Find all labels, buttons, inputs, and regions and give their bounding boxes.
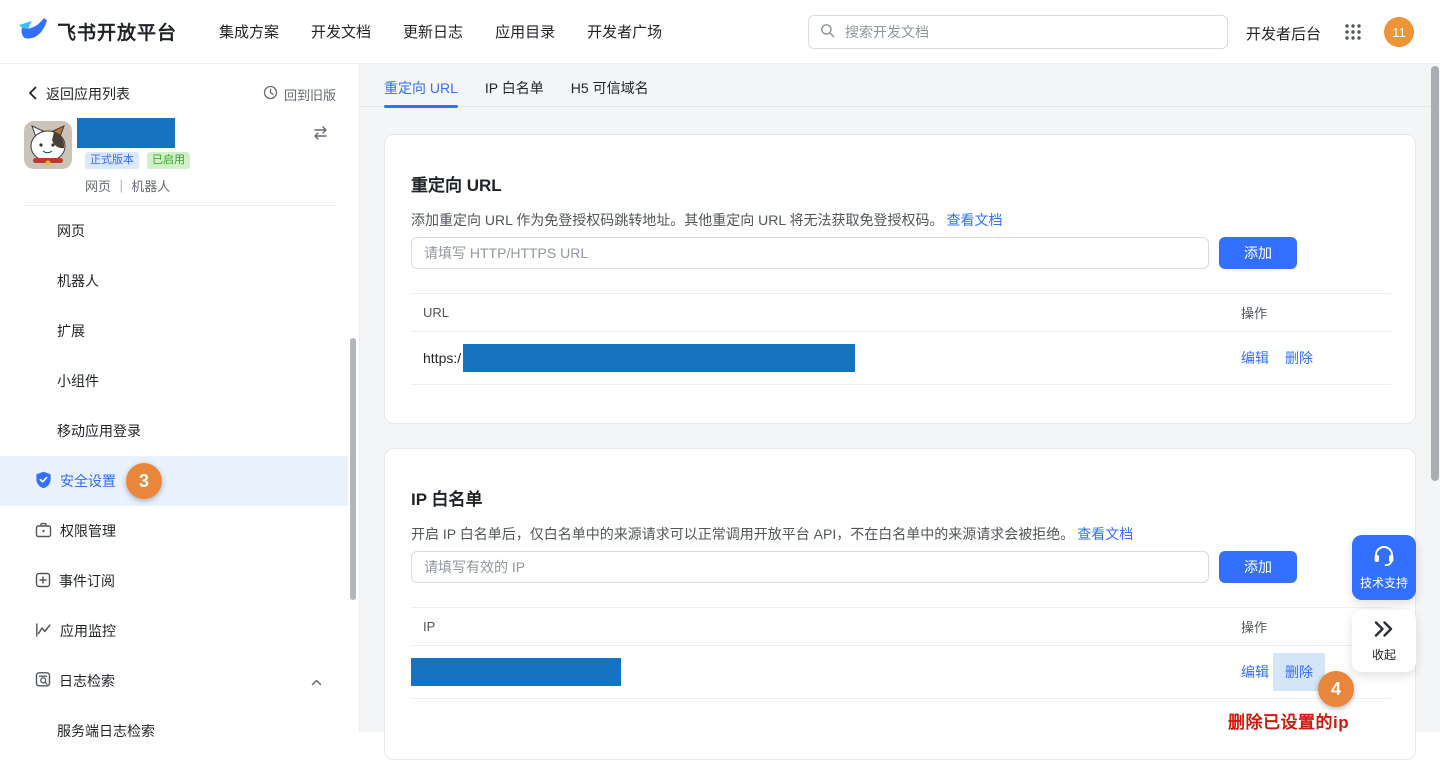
nav-item-changelog[interactable]: 更新日志 bbox=[403, 21, 463, 42]
sidebar-item-log-search[interactable]: 日志检索 bbox=[0, 656, 348, 706]
search-input[interactable] bbox=[843, 23, 1216, 41]
app-icon bbox=[24, 121, 72, 169]
app-name-redaction bbox=[77, 118, 175, 148]
back-to-legacy[interactable]: 回到旧版 bbox=[263, 85, 336, 104]
avatar[interactable]: 11 bbox=[1384, 17, 1414, 47]
sidebar-item-bot[interactable]: 机器人 bbox=[0, 256, 348, 306]
ip-add-button[interactable]: 添加 bbox=[1219, 551, 1297, 583]
brand[interactable]: 飞书开放平台 bbox=[18, 16, 177, 47]
ip-table: IP 操作 编辑 删除 bbox=[411, 607, 1391, 699]
sidebar-item-app-monitoring[interactable]: 应用监控 bbox=[0, 606, 348, 656]
swap-arrows-icon[interactable] bbox=[312, 126, 329, 143]
redirect-add-button[interactable]: 添加 bbox=[1219, 237, 1297, 269]
redirect-url-table: URL 操作 https:/ 编辑 删除 bbox=[411, 293, 1391, 385]
sidebar-item-event-subscription[interactable]: 事件订阅 bbox=[0, 556, 348, 606]
url-prefix: https:/ bbox=[423, 350, 461, 366]
search-box[interactable] bbox=[808, 15, 1228, 49]
search-icon bbox=[820, 23, 835, 41]
page-scrollbar[interactable] bbox=[1431, 66, 1439, 481]
table-row: https:/ 编辑 删除 bbox=[411, 332, 1391, 385]
delete-ip-highlight: 删除 bbox=[1273, 653, 1325, 691]
main-content: 重定向 URL IP 白名单 H5 可信域名 重定向 URL 添加重定向 URL… bbox=[360, 64, 1440, 732]
collapse-button[interactable]: 收起 bbox=[1352, 610, 1416, 672]
log-search-icon bbox=[35, 671, 51, 691]
double-chevron-right-icon bbox=[1373, 620, 1395, 641]
tech-support-button[interactable]: 技术支持 bbox=[1352, 535, 1416, 600]
tab-h5-trusted-domain[interactable]: H5 可信域名 bbox=[571, 64, 649, 106]
app-summary-card: 正式版本 已启用 网页 ｜ 机器人 bbox=[0, 115, 360, 205]
redirect-doc-link[interactable]: 查看文档 bbox=[947, 212, 1003, 228]
ip-column-header: IP bbox=[411, 619, 1241, 634]
sidebar-item-extension[interactable]: 扩展 bbox=[0, 306, 348, 356]
apps-grid-icon[interactable] bbox=[1344, 23, 1362, 41]
delete-url-link[interactable]: 删除 bbox=[1285, 348, 1313, 368]
brand-title: 飞书开放平台 bbox=[57, 18, 177, 45]
sidebar-item-permissions[interactable]: 权限管理 bbox=[0, 506, 348, 556]
nav-item-dev-plaza[interactable]: 开发者广场 bbox=[587, 21, 662, 42]
url-redaction bbox=[463, 344, 855, 372]
sidebar-menu: 网页 机器人 扩展 小组件 移动应用登录 安全设置 bbox=[0, 206, 348, 756]
nav-item-docs[interactable]: 开发文档 bbox=[311, 21, 371, 42]
nav-item-app-directory[interactable]: 应用目录 bbox=[495, 21, 555, 42]
event-subscribe-icon bbox=[35, 572, 51, 591]
annotation-step-3: 3 bbox=[126, 463, 162, 499]
redirect-card-title: 重定向 URL bbox=[411, 171, 502, 196]
sidebar: 返回应用列表 回到旧版 bbox=[0, 64, 360, 732]
top-nav: 集成方案 开发文档 更新日志 应用目录 开发者广场 bbox=[219, 21, 662, 42]
top-header: 飞书开放平台 集成方案 开发文档 更新日志 应用目录 开发者广场 开发者后台 1… bbox=[0, 0, 1440, 64]
chevron-up-icon[interactable] bbox=[311, 673, 322, 689]
redirect-url-input[interactable] bbox=[411, 237, 1209, 269]
sidebar-item-widget[interactable]: 小组件 bbox=[0, 356, 348, 406]
annotation-note: 删除已设置的ip bbox=[1228, 708, 1356, 733]
briefcase-icon bbox=[35, 522, 52, 541]
monitor-chart-icon bbox=[35, 623, 52, 640]
ip-doc-link[interactable]: 查看文档 bbox=[1077, 526, 1133, 542]
app-capabilities: 网页 ｜ 机器人 bbox=[85, 176, 170, 195]
annotation-step-4: 4 bbox=[1318, 671, 1354, 707]
sidebar-scrollbar[interactable] bbox=[350, 338, 356, 600]
developer-console-link[interactable]: 开发者后台 bbox=[1246, 23, 1321, 44]
headset-icon bbox=[1372, 544, 1396, 569]
ip-card-description: 开启 IP 白名单后，仅白名单中的来源请求可以正常调用开放平台 API，不在白名… bbox=[411, 524, 1133, 544]
version-badge: 正式版本 bbox=[85, 152, 139, 169]
table-header-row: URL 操作 bbox=[411, 293, 1391, 332]
edit-url-link[interactable]: 编辑 bbox=[1241, 348, 1269, 368]
tab-bar: 重定向 URL IP 白名单 H5 可信域名 bbox=[360, 64, 1440, 107]
ip-input[interactable] bbox=[411, 551, 1209, 583]
ip-redaction bbox=[411, 658, 621, 686]
sidebar-item-webapp[interactable]: 网页 bbox=[0, 206, 348, 256]
sidebar-item-server-log-search[interactable]: 服务端日志检索 bbox=[0, 706, 348, 756]
sidebar-item-mobile-login[interactable]: 移动应用登录 bbox=[0, 406, 348, 456]
status-badge: 已启用 bbox=[147, 152, 190, 169]
table-header-row: IP 操作 bbox=[411, 607, 1391, 646]
edit-ip-link[interactable]: 编辑 bbox=[1241, 662, 1269, 682]
shield-check-icon bbox=[35, 471, 52, 492]
feishu-logo-icon bbox=[18, 16, 48, 47]
action-column-header: 操作 bbox=[1241, 303, 1391, 322]
back-to-app-list[interactable]: 返回应用列表 bbox=[28, 84, 130, 104]
url-column-header: URL bbox=[411, 305, 1241, 320]
redirect-card-description: 添加重定向 URL 作为免登授权码跳转地址。其他重定向 URL 将无法获取免登授… bbox=[411, 210, 1003, 230]
redirect-url-card: 重定向 URL 添加重定向 URL 作为免登授权码跳转地址。其他重定向 URL … bbox=[384, 134, 1416, 424]
sidebar-item-security-settings[interactable]: 安全设置 bbox=[0, 456, 348, 506]
tab-redirect-url[interactable]: 重定向 URL bbox=[384, 64, 458, 106]
nav-item-integrations[interactable]: 集成方案 bbox=[219, 21, 279, 42]
ip-card-title: IP 白名单 bbox=[411, 485, 482, 510]
chevron-left-icon bbox=[28, 86, 37, 103]
table-row: 编辑 删除 bbox=[411, 646, 1391, 699]
tab-ip-whitelist[interactable]: IP 白名单 bbox=[485, 64, 544, 106]
delete-ip-link[interactable]: 删除 bbox=[1285, 664, 1313, 680]
history-clock-icon bbox=[263, 85, 278, 103]
